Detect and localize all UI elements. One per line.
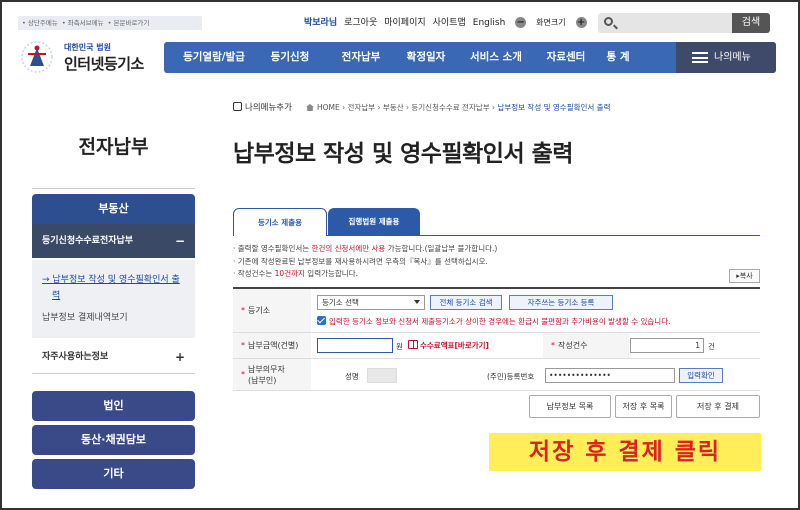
zoom-out-icon[interactable]: − <box>515 17 527 28</box>
tab-execution-court[interactable]: 집행법원 제출용 <box>328 208 420 236</box>
nav-item-service-intro[interactable]: 서비스 소개 <box>458 42 534 73</box>
sidebar-item-other[interactable]: 기타 <box>32 459 195 489</box>
site-logo[interactable]: 대한민국 법원 인터넷등기소 <box>20 38 160 78</box>
home-icon <box>306 104 314 111</box>
registry-select[interactable]: 등기소 선택 <box>317 295 425 310</box>
mypage-link[interactable]: 마이페이지 <box>384 18 425 28</box>
zoom-in-icon[interactable]: + <box>575 17 587 28</box>
expand-icon: + <box>174 350 185 364</box>
user-name: 박보라님 <box>304 18 338 28</box>
sidebar-divider <box>32 188 195 189</box>
nav-item-resource-center[interactable]: 자료센터 <box>534 42 598 73</box>
logout-link[interactable]: 로그아웃 <box>344 18 377 28</box>
registry-warning: 입력한 등기소 정보와 신청서 제출등기소가 상이한 경우에는 환급시 불편함과… <box>329 317 671 326</box>
breadcrumb: HOME › 전자납부 › 부동산 › 등기신청수수료 전자납부 › 납부정보 … <box>306 102 610 113</box>
add-my-menu-button[interactable]: 나의메뉴추가 <box>233 101 292 113</box>
zoom-label: 화면크기 <box>536 18 566 27</box>
sidebar-link-payment-info[interactable]: → 납부정보 작성 및 영수필확인서 출력 <box>42 272 185 304</box>
notice-line-2: · 기존에 작성완료된 납부정보를 재사용하시려면 우측의『복사』를 선택하십시… <box>233 256 488 266</box>
breadcrumb-current: 납부정보 작성 및 영수필확인서 출력 <box>497 103 611 112</box>
copy-button[interactable]: ▸복사 <box>729 269 760 283</box>
all-registry-search-button[interactable]: 전체 등기소 검색 <box>430 295 502 310</box>
court-emblem-icon <box>21 41 53 73</box>
notice-line-1: · 출력할 영수필확인서는 한건의 신청서에만 사용 가능합니다.(일괄납부 불… <box>233 244 498 253</box>
breadcrumb-home[interactable]: HOME <box>317 103 340 112</box>
nav-item-fixed-date[interactable]: 확정일자 <box>394 42 458 73</box>
tab-underline <box>327 235 760 236</box>
fee-table-link[interactable]: 수수료액표[바로가기] <box>408 340 489 351</box>
registry-label: * 등기소 <box>233 289 311 332</box>
sidebar-title: 전자납부 <box>78 136 149 158</box>
search-input[interactable] <box>598 13 738 33</box>
count-unit: 건 <box>708 342 715 351</box>
skip-link-top-menu[interactable]: • 상단주메뉴 <box>22 19 58 27</box>
notice-line-3: · 작성건수는 10건까지 입력가능합니다. <box>233 269 358 278</box>
payment-form: * 등기소 등기소 선택 전체 등기소 검색 자주쓰는 등기소 등록 입력한 등기… <box>233 287 760 391</box>
main-nav: 등기열람/발급 등기신청 전자납부 확정일자 서비스 소개 자료센터 통 계 나… <box>164 42 776 73</box>
tab-registry-office[interactable]: 등기소 제출용 <box>233 208 327 236</box>
breadcrumb-path: › 전자납부 › 부동산 › 등기신청수수료 전자납부 › <box>342 103 496 112</box>
won-unit: 원 <box>396 342 403 351</box>
sidebar-item-frequent-info[interactable]: 자주사용하는정보 + <box>32 340 195 374</box>
page-title: 납부정보 작성 및 영수필확인서 출력 <box>233 141 573 167</box>
my-menu-label: 나의메뉴 <box>714 52 751 63</box>
zoom-control: − 화면크기 + <box>515 17 593 28</box>
skip-link-side-menu[interactable]: • 좌측서브메뉴 <box>62 19 104 27</box>
count-input[interactable]: 1 <box>630 338 704 353</box>
frequent-registry-button[interactable]: 자주쓰는 등기소 등록 <box>509 295 613 310</box>
sidebar-item-movable-assets[interactable]: 동산·채권담보 <box>32 425 195 455</box>
name-label: 성명 <box>345 372 359 381</box>
sidebar-item-fee-payment[interactable]: 등기신청수수료전자납부 − <box>32 224 195 258</box>
notice-list: · 출력할 영수필확인서는 한건의 신청서에만 사용 가능합니다.(일괄납부 불… <box>233 243 497 281</box>
screenshot-frame: • 상단주메뉴 • 좌측서브메뉴 • 본문바로가기 박보라님 로그아웃 마이페이지 사이트… <box>0 0 800 510</box>
name-input[interactable] <box>367 368 397 383</box>
search-icon <box>604 17 613 26</box>
sidebar-link-payment-history[interactable]: 납부정보 결제내역보기 <box>42 310 185 326</box>
collapse-icon: − <box>174 234 185 248</box>
top-links: 박보라님 로그아웃 마이페이지 사이트맵 English − 화면크기 + <box>304 15 601 28</box>
payment-list-button[interactable]: 납부정보 목록 <box>529 395 611 418</box>
nav-item-register-view[interactable]: 등기열람/발급 <box>176 42 252 73</box>
id-number-label: (주민)등록번호 <box>487 372 535 381</box>
save-list-button[interactable]: 저장 후 목록 <box>615 395 672 418</box>
sidebar-item-corporation[interactable]: 법인 <box>32 391 195 421</box>
skip-link-content[interactable]: • 본문바로가기 <box>108 19 150 27</box>
english-link[interactable]: English <box>473 18 506 28</box>
checkbox-icon <box>233 102 242 111</box>
form-row-amount: * 납부금액(건별) 원 수수료액표[바로가기] * 작성건수 1 건 <box>233 333 760 359</box>
logo-subtitle: 대한민국 법원 <box>64 43 111 52</box>
search-button[interactable]: 검색 <box>732 13 770 33</box>
sidebar-item-label: 등기신청수수료전자납부 <box>42 236 134 246</box>
amount-input[interactable] <box>317 338 393 353</box>
my-menu-button[interactable]: 나의메뉴 <box>676 42 776 73</box>
confirm-checkbox[interactable] <box>317 316 326 325</box>
payer-label: * 납부의무자 (납부인) <box>233 359 311 390</box>
sitemap-link[interactable]: 사이트맵 <box>433 18 466 28</box>
sidebar-submenu: → 납부정보 작성 및 영수필확인서 출력 납부정보 결제내역보기 <box>32 260 195 338</box>
hamburger-icon <box>692 52 708 63</box>
amount-label: * 납부금액(건별) <box>233 333 311 358</box>
id-number-input[interactable]: •••••••••••••• <box>545 368 675 383</box>
instruction-annotation: 저장 후 결제 클릭 <box>489 433 761 471</box>
nav-item-register-apply[interactable]: 등기신청 <box>252 42 328 73</box>
sidebar-item-real-estate[interactable]: 부동산 <box>32 194 195 224</box>
sidebar-item-label: 자주사용하는정보 <box>42 352 109 362</box>
skip-navigation: • 상단주메뉴 • 좌측서브메뉴 • 본문바로가기 <box>18 16 202 30</box>
logo-title: 인터넷등기소 <box>64 55 144 73</box>
save-pay-button[interactable]: 저장 후 결제 <box>676 395 760 418</box>
nav-item-e-payment[interactable]: 전자납부 <box>328 42 394 73</box>
nav-item-statistics[interactable]: 통 계 <box>598 42 638 73</box>
verify-button[interactable]: 입력확인 <box>679 368 723 383</box>
form-row-registry: * 등기소 등기소 선택 전체 등기소 검색 자주쓰는 등기소 등록 입력한 등기… <box>233 289 760 333</box>
count-label: * 작성건수 <box>543 333 629 358</box>
form-row-payer: * 납부의무자 (납부인) 성명 (주민)등록번호 •••••••••••••• 입… <box>233 359 760 391</box>
book-icon <box>408 340 418 349</box>
chevron-down-icon <box>414 300 420 304</box>
